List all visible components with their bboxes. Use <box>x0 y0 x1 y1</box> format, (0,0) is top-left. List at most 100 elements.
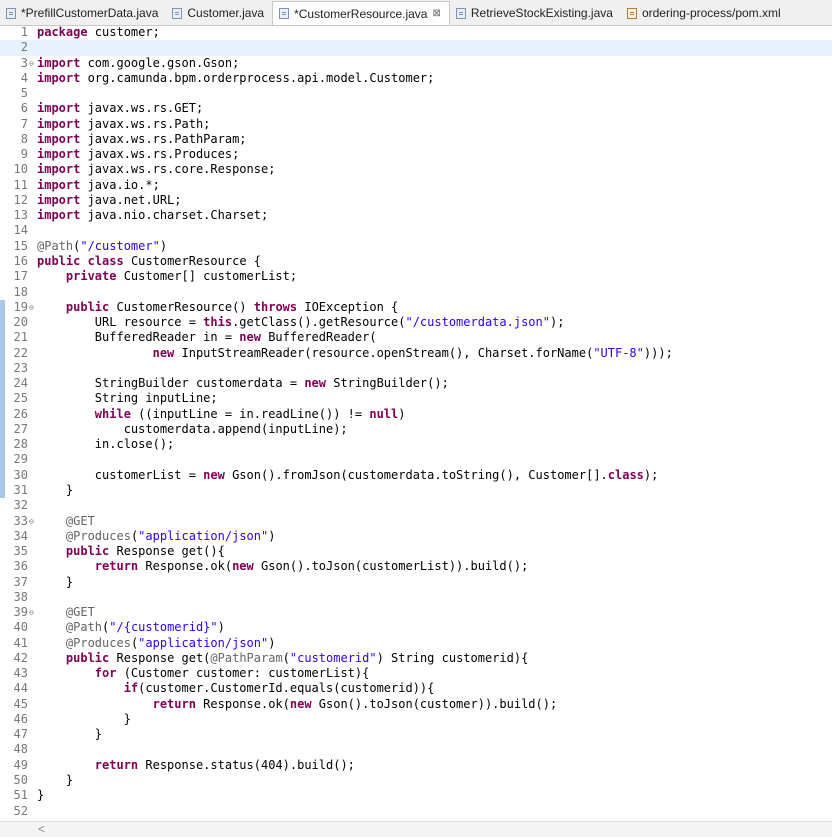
line-number: 21 <box>13 330 28 345</box>
code-text: } <box>37 482 74 497</box>
code-line[interactable]: 34 @Produces("application/json") <box>0 529 832 544</box>
code-line[interactable]: 51} <box>0 788 832 803</box>
line-number: 33 <box>13 513 28 528</box>
code-line[interactable]: 41 @Produces("application/json") <box>0 636 832 651</box>
line-number: 20 <box>13 315 28 330</box>
code-line[interactable]: 5 <box>0 86 832 101</box>
code-line[interactable]: 45 return Response.ok(new Gson().toJson(… <box>0 697 832 712</box>
code-editor[interactable]: 1 package customer; 2 3 ⊖ import com.google.g… <box>0 25 832 821</box>
code-line[interactable]: 43 for (Customer customer: customerList)… <box>0 666 832 681</box>
code-line[interactable]: 9 import javax.ws.rs.Produces; <box>0 147 832 162</box>
code-text: import javax.ws.rs.Path; <box>37 116 211 131</box>
code-line[interactable]: 24 StringBuilder customerdata = new Stri… <box>0 376 832 392</box>
code-line[interactable]: 1 package customer; <box>0 25 832 40</box>
code-line[interactable]: 40 @Path("/{customerid}") <box>0 620 832 635</box>
code-line[interactable]: 8 import javax.ws.rs.PathParam; <box>0 132 832 147</box>
code-line[interactable]: 11 import java.io.*; <box>0 178 832 193</box>
code-text: private Customer[] customerList; <box>65 269 298 284</box>
scroll-left-arrow-icon[interactable]: < <box>38 822 45 836</box>
code-line[interactable]: 4 import org.camunda.bpm.orderprocess.api… <box>0 71 832 86</box>
code-text: import org.camunda.bpm.orderprocess.api.… <box>37 70 435 85</box>
tab-2[interactable]: *CustomerResource.java ⊠ <box>272 1 450 25</box>
line-number: 9 <box>20 147 28 162</box>
code-line[interactable]: 25 String inputLine; <box>0 391 832 407</box>
code-line[interactable]: 30 customerList = new Gson().fromJson(cu… <box>0 467 832 483</box>
code-line[interactable]: 22 new InputStreamReader(resource.openSt… <box>0 345 832 361</box>
line-number: 47 <box>13 727 28 742</box>
code-line[interactable]: 7 import javax.ws.rs.Path; <box>0 117 832 132</box>
code-text: new InputStreamReader(resource.openStrea… <box>152 345 673 360</box>
code-line[interactable]: 27 customerdata.append(inputLine); <box>0 421 832 438</box>
tab-3[interactable]: RetrieveStockExisting.java <box>450 1 621 25</box>
fold-collapse-icon[interactable]: ⊖ <box>29 605 34 620</box>
code-line[interactable]: 37 } <box>0 575 832 590</box>
code-text: public class CustomerResource { <box>37 253 261 268</box>
code-text: customerList = new Gson().fromJson(custo… <box>37 467 659 482</box>
code-line[interactable]: 19 ⊖ public CustomerResource() throws IOE… <box>0 299 832 316</box>
code-line[interactable]: 3 ⊖ import com.google.gson.Gson; <box>0 56 832 71</box>
line-number: 52 <box>13 803 28 818</box>
code-text: in.close(); <box>37 437 175 452</box>
code-line[interactable]: 31 } <box>0 482 832 499</box>
line-number: 1 <box>20 25 28 39</box>
code-line[interactable]: 6 import javax.ws.rs.GET; <box>0 101 832 116</box>
code-line[interactable]: 2 <box>0 40 832 56</box>
code-line[interactable]: 21 BufferedReader in = new BufferedReade… <box>0 330 832 346</box>
line-number: 34 <box>13 528 28 543</box>
code-line[interactable]: 13 import java.nio.charset.Charset; <box>0 208 832 223</box>
line-number: 28 <box>13 437 28 452</box>
line-number: 48 <box>13 742 28 757</box>
tab-4[interactable]: ordering-process/pom.xml <box>621 1 789 25</box>
fold-collapse-icon[interactable]: ⊖ <box>29 514 34 529</box>
java-file-icon <box>455 7 466 19</box>
code-line[interactable]: 20 URL resource = this.getClass().getRes… <box>0 315 832 331</box>
close-tab-icon[interactable]: ⊠ <box>432 8 440 19</box>
line-number: 23 <box>13 360 28 375</box>
code-line[interactable]: 17 private Customer[] customerList; <box>0 269 832 284</box>
code-line[interactable]: 36 return Response.ok(new Gson().toJson(… <box>0 559 832 574</box>
line-number: 45 <box>13 696 28 711</box>
line-number: 15 <box>13 238 28 253</box>
code-line[interactable]: 39 ⊖ @GET <box>0 605 832 620</box>
code-text: return Response.ok(new Gson().toJson(cus… <box>152 696 558 711</box>
code-text: while ((inputLine = in.readLine()) != nu… <box>94 406 406 421</box>
line-number: 46 <box>13 711 28 726</box>
code-line[interactable]: 46 } <box>0 712 832 727</box>
line-number: 4 <box>20 70 28 85</box>
code-line[interactable]: 32 <box>0 498 832 513</box>
code-text: } <box>37 574 74 589</box>
fold-collapse-icon[interactable]: ⊖ <box>29 300 34 315</box>
line-number: 50 <box>13 773 28 788</box>
line-number: 7 <box>20 116 28 131</box>
code-line[interactable]: 14 <box>0 223 832 238</box>
code-line[interactable]: 47 } <box>0 727 832 742</box>
code-text: @GET <box>65 513 95 528</box>
tab-1[interactable]: Customer.java <box>166 1 272 25</box>
line-number: 22 <box>13 345 28 360</box>
code-line[interactable]: 16 public class CustomerResource { <box>0 254 832 269</box>
code-line[interactable]: 49 return Response.status(404).build(); <box>0 758 832 773</box>
code-line[interactable]: 42 public Response get(@PathParam("custo… <box>0 651 832 666</box>
code-line[interactable]: 38 <box>0 590 832 605</box>
code-text: BufferedReader in = new BufferedReader( <box>37 330 377 345</box>
code-line[interactable]: 10 import javax.ws.rs.core.Response; <box>0 162 832 177</box>
fold-collapse-icon[interactable]: ⊖ <box>29 56 34 71</box>
code-line[interactable]: 52 <box>0 804 832 819</box>
code-line[interactable]: 26 while ((inputLine = in.readLine()) !=… <box>0 406 832 422</box>
code-line[interactable]: 35 public Response get(){ <box>0 544 832 559</box>
code-text: @Path("/customer") <box>37 238 168 253</box>
code-line[interactable]: 12 import java.net.URL; <box>0 193 832 208</box>
code-line[interactable]: 23 <box>0 360 832 377</box>
code-line[interactable]: 48 <box>0 742 832 757</box>
code-line[interactable]: 33 ⊖ @GET <box>0 514 832 529</box>
code-line[interactable]: 18 <box>0 285 832 300</box>
code-line[interactable]: 44 if(customer.CustomerId.equals(custome… <box>0 681 832 696</box>
java-file-icon <box>279 8 290 19</box>
code-line[interactable]: 50 } <box>0 773 832 788</box>
code-line[interactable]: 28 in.close(); <box>0 437 832 453</box>
code-line[interactable]: 15 @Path("/customer") <box>0 239 832 254</box>
code-line[interactable]: 29 <box>0 452 832 468</box>
horizontal-scrollbar[interactable]: < <box>0 821 832 837</box>
line-number: 26 <box>13 406 28 421</box>
tab-0[interactable]: *PrefillCustomerData.java <box>0 1 166 25</box>
